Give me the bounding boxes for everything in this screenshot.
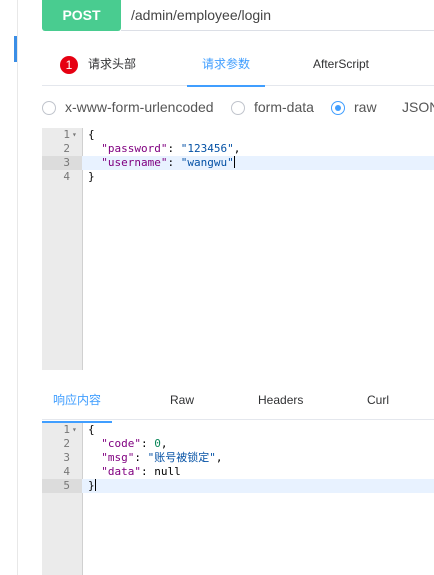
code-text: "msg": "账号被锁定",: [101, 451, 223, 464]
tab-response-headers-label: Headers: [258, 393, 304, 407]
radio-json[interactable]: JSON: [402, 96, 434, 118]
radio-circle: [231, 101, 245, 115]
code-text: {: [88, 423, 95, 436]
tab-raw[interactable]: Raw: [170, 381, 194, 421]
radio-raw-label: raw: [354, 99, 377, 115]
radio-circle-selected: [331, 101, 345, 115]
json-key: "code": [101, 437, 141, 450]
line-number: 1: [63, 128, 70, 141]
headers-count-badge: 1: [60, 55, 78, 74]
tab-params-label: 请求参数: [201, 57, 250, 71]
tab-curl-label: Curl: [367, 393, 390, 407]
line-number: 2: [63, 142, 70, 155]
radio-form-data[interactable]: form-data: [231, 96, 314, 118]
code-text: "password": "123456",: [101, 142, 241, 155]
json-value: null: [154, 465, 181, 478]
response-tabs: 响应内容 Raw Headers Curl: [42, 381, 434, 423]
line-number: 3: [63, 451, 70, 464]
url-text: /admin/employee/login: [131, 7, 272, 23]
line-number: 2: [63, 437, 70, 450]
radio-urlencoded[interactable]: x-www-form-urlencoded: [42, 96, 214, 118]
left-rail: [0, 0, 18, 575]
tab-curl[interactable]: Curl: [367, 381, 389, 421]
json-key: "password": [101, 142, 168, 155]
tab-headers-label: 请求头部: [88, 57, 137, 71]
tab-afterscript-label: AfterScript: [313, 57, 370, 71]
method-button[interactable]: POST: [42, 0, 121, 31]
text-cursor: [94, 479, 96, 491]
tab-response-content[interactable]: 响应内容: [42, 381, 112, 423]
json-key: "msg": [101, 451, 135, 464]
url-input[interactable]: /admin/employee/login: [121, 0, 434, 31]
code-text: }: [88, 170, 95, 183]
line-number: 5: [63, 479, 70, 492]
line-number: 4: [63, 170, 70, 183]
radio-json-label: JSON: [402, 99, 434, 115]
code-text: }: [88, 479, 96, 492]
tab-afterscript[interactable]: AfterScript: [313, 45, 369, 85]
json-value: "wangwu": [180, 156, 234, 169]
radio-form-data-label: form-data: [254, 99, 314, 115]
active-line-highlight: [42, 479, 434, 493]
text-cursor: [233, 156, 235, 168]
tab-raw-label: Raw: [170, 393, 195, 407]
code-text: "code": 0,: [101, 437, 168, 450]
json-key: "username": [101, 156, 168, 169]
tab-headers[interactable]: 1 请求头部: [60, 45, 136, 85]
request-body-editor[interactable]: 1 ▾ { 2 "password": "123456", 3 "usernam…: [42, 128, 434, 370]
json-value: "账号被锁定": [147, 451, 216, 464]
fold-arrow-icon[interactable]: ▾: [72, 423, 77, 437]
code-text: {: [88, 128, 95, 141]
json-value: "123456": [180, 142, 234, 155]
response-body-editor[interactable]: 1 ▾ { 2 "code": 0, 3 "msg": "账号被锁定", 4 "…: [42, 423, 434, 575]
tab-response-content-label: 响应内容: [52, 393, 101, 407]
fold-arrow-icon[interactable]: ▾: [72, 128, 77, 142]
line-number: 4: [63, 465, 70, 478]
body-type-radios: x-www-form-urlencoded form-data raw JSON: [42, 96, 434, 118]
radio-raw[interactable]: raw: [331, 96, 377, 118]
json-value: 0: [154, 437, 161, 450]
tab-params[interactable]: 请求参数: [187, 45, 265, 87]
request-bar: POST /admin/employee/login: [42, 0, 434, 31]
left-rail-active-indicator: [14, 36, 17, 62]
line-number: 3: [63, 156, 70, 169]
line-number: 1: [63, 423, 70, 436]
json-key: "data": [101, 465, 141, 478]
tab-response-headers[interactable]: Headers: [258, 381, 303, 421]
radio-urlencoded-label: x-www-form-urlencoded: [65, 99, 214, 115]
radio-circle: [42, 101, 56, 115]
code-text: "data": null: [101, 465, 181, 478]
code-text: "username": "wangwu": [101, 156, 235, 169]
request-tabs: 1 请求头部 请求参数 AfterScript: [42, 45, 434, 87]
